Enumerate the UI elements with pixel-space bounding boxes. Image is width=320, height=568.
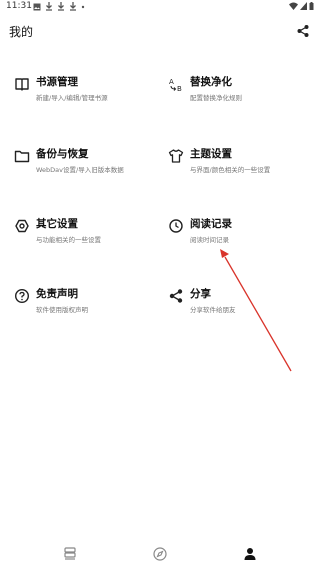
menu-item-subtitle: 分享软件给朋友 [190,306,236,314]
menu-item-book-source[interactable]: 书源管理 新建/导入/编辑/管理书源 [12,74,162,118]
download-notification-icon [58,2,64,11]
folder-icon [14,148,30,164]
bookshelf-icon [64,547,76,560]
image-notification-icon [33,3,41,10]
menu-item-title: 分享 [190,288,211,300]
nav-bookshelf[interactable] [62,546,78,562]
menu-item-subtitle: 与界面/颜色相关的一些设置 [190,166,271,174]
menu-item-subtitle: 与功能相关的一些设置 [36,236,101,244]
nav-my[interactable] [242,546,258,562]
share-icon [297,25,309,37]
menu-item-subtitle: 配置替换净化规则 [190,94,242,102]
page-title: 我的 [9,25,34,39]
settings-icon [14,218,30,234]
dot-notification-icon [81,5,85,8]
menu-item-title: 主题设置 [190,148,232,160]
menu-item-backup[interactable]: 备份与恢复 WebDav设置/导入旧版本数据 [12,146,162,190]
download-notification-icon [46,2,52,11]
wifi-icon [289,2,298,10]
menu-item-subtitle: 新建/导入/编辑/管理书源 [36,94,108,102]
menu-item-title: 书源管理 [36,76,78,88]
tshirt-icon [168,148,184,164]
status-time: 11:31 [6,1,32,11]
help-icon [14,288,30,304]
menu-item-theme[interactable]: 主题设置 与界面/颜色相关的一些设置 [166,146,316,190]
svg-text:B: B [177,85,182,92]
menu-item-title: 备份与恢复 [36,148,89,160]
app-bar: 我的 [0,14,320,48]
menu-item-other-settings[interactable]: 其它设置 与功能相关的一些设置 [12,216,162,260]
menu-item-title: 免责声明 [36,288,78,300]
status-bar: 11:31 [0,0,320,14]
bottom-navigation [0,540,320,568]
signal-icon [300,2,307,10]
battery-icon [309,2,314,10]
notification-icons [33,2,85,11]
svg-text:A: A [169,78,174,86]
share-icon [168,288,184,304]
share-button[interactable] [296,23,310,37]
menu-item-subtitle: 软件使用版权声明 [36,306,88,314]
system-icons [289,2,314,10]
replace-ab-icon: A B [168,76,184,93]
nav-discover[interactable] [152,546,168,562]
menu-item-disclaimer[interactable]: 免责声明 软件使用版权声明 [12,286,162,330]
compass-icon [153,547,167,561]
menu-item-title: 替换净化 [190,76,232,88]
book-icon [14,76,30,92]
menu-item-title: 其它设置 [36,218,78,230]
menu-item-replace[interactable]: A B 替换净化 配置替换净化规则 [166,74,316,118]
download-notification-icon [70,2,76,11]
menu-item-title: 阅读记录 [190,218,232,230]
menu-item-subtitle: 阅读时间记录 [190,236,229,244]
menu-item-subtitle: WebDav设置/导入旧版本数据 [36,166,124,174]
menu-item-share[interactable]: 分享 分享软件给朋友 [166,286,316,330]
menu-item-read-record[interactable]: 阅读记录 阅读时间记录 [166,216,316,260]
clock-icon [168,218,184,234]
person-icon [244,548,256,560]
